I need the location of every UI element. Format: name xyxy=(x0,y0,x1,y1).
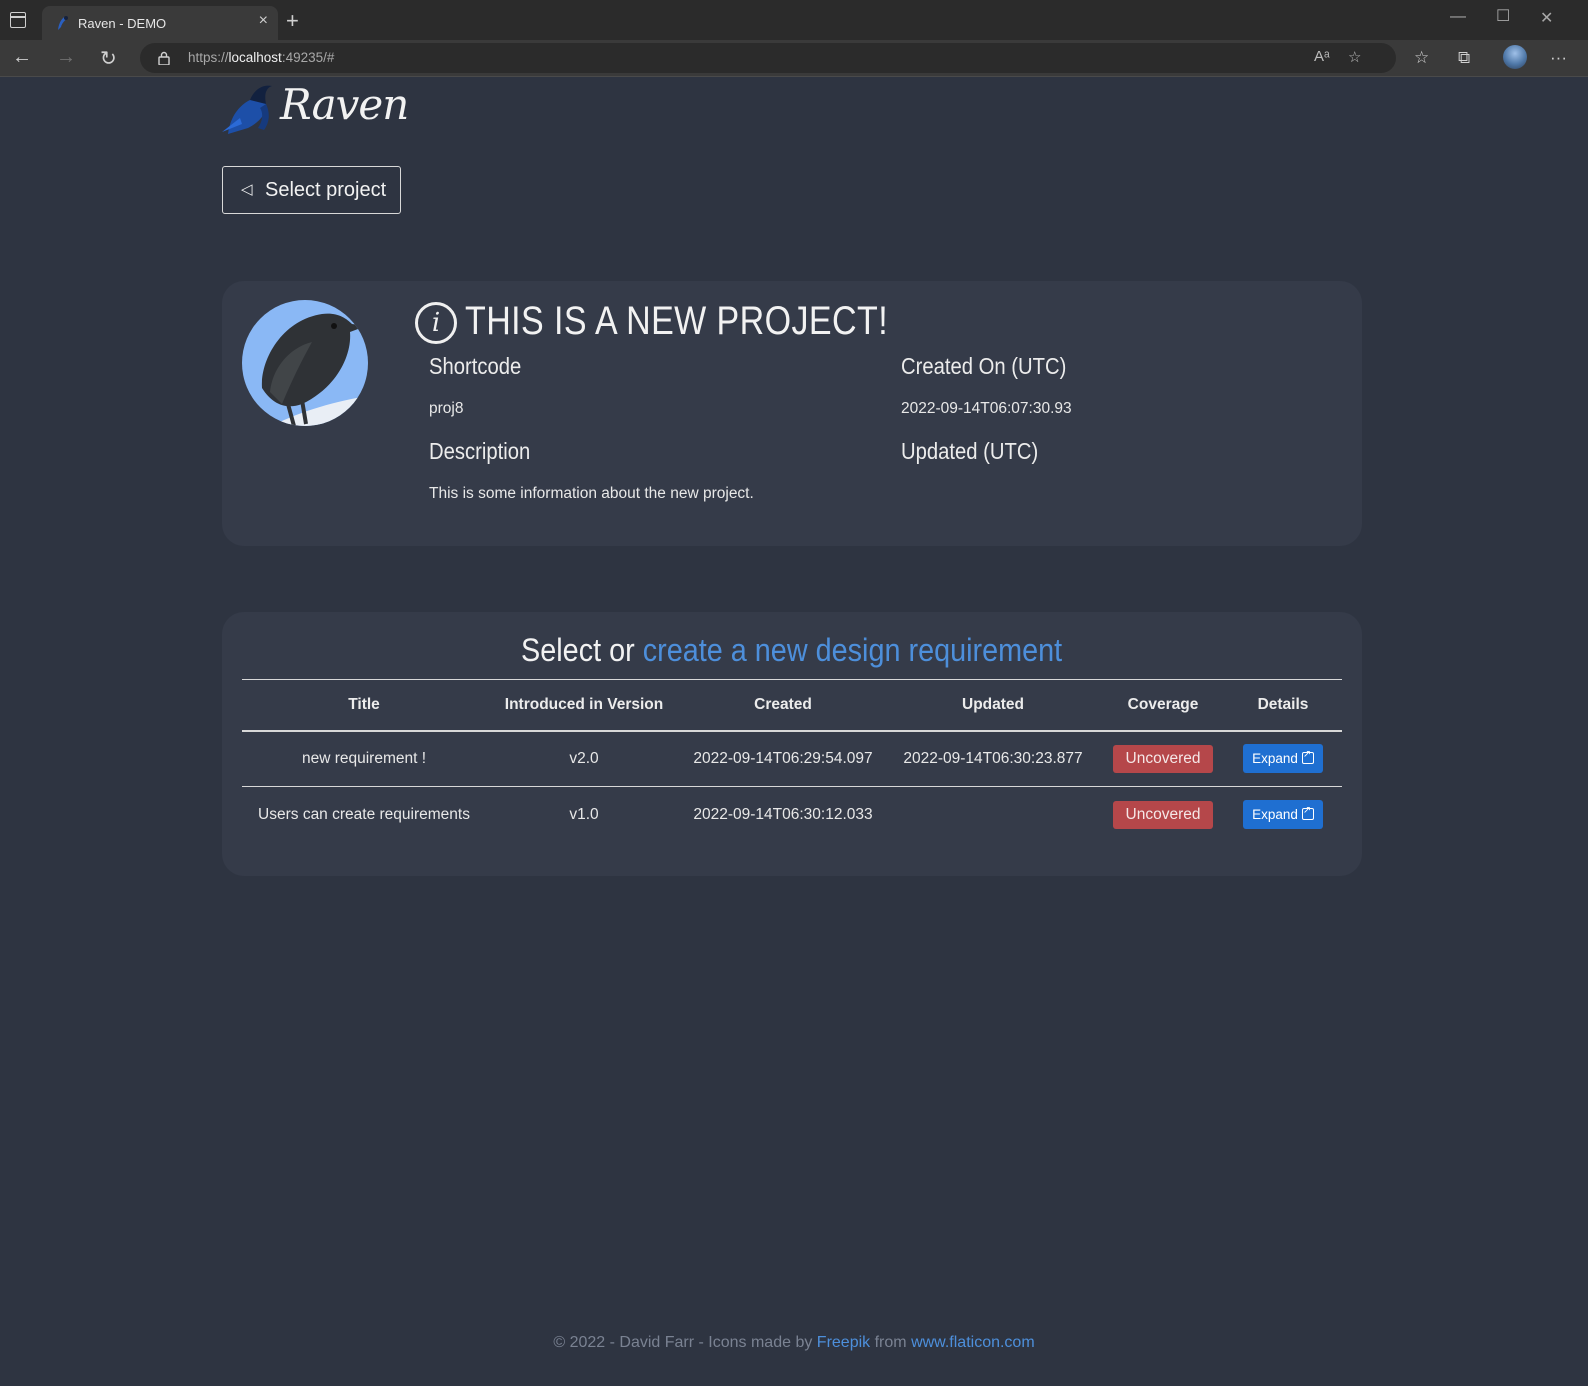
created-on-label: Created On (UTC) xyxy=(901,353,1067,379)
cell-details: Expand xyxy=(1224,730,1342,787)
project-avatar xyxy=(242,300,368,426)
url-text: https://localhost:49235/# xyxy=(188,50,334,65)
cell-updated xyxy=(884,787,1102,843)
cell-updated: 2022-09-14T06:30:23.877 xyxy=(884,730,1102,787)
created-on-value: 2022-09-14T06:07:30.93 xyxy=(901,400,1072,417)
expand-button[interactable]: Expand xyxy=(1243,800,1323,830)
minimize-icon[interactable]: — xyxy=(1450,8,1466,26)
updated-label: Updated (UTC) xyxy=(901,438,1039,464)
table-row: new requirement ! v2.0 2022-09-14T06:29:… xyxy=(242,730,1342,787)
freepik-link[interactable]: Freepik xyxy=(817,1334,870,1351)
project-heading-text: THIS IS A NEW PROJECT! xyxy=(465,299,889,343)
logo-text: Raven xyxy=(280,80,409,129)
create-requirement-link[interactable]: create a new design requirement xyxy=(643,632,1062,668)
url-rest: :49235/# xyxy=(281,50,335,65)
favorites-icon[interactable]: ☆ xyxy=(1414,48,1429,68)
profile-avatar[interactable] xyxy=(1503,45,1527,69)
tab-actions-icon[interactable] xyxy=(10,12,26,28)
cell-version: v2.0 xyxy=(486,730,682,787)
forward-arrow-icon[interactable]: → xyxy=(56,46,76,69)
lock-icon xyxy=(158,51,170,65)
collections-icon[interactable]: ⧉ xyxy=(1458,48,1470,68)
footer-middle-text: from xyxy=(874,1334,907,1351)
external-link-icon xyxy=(1301,805,1314,821)
column-header-created[interactable]: Created xyxy=(682,679,884,732)
chevron-left-icon: ◁ xyxy=(241,181,253,198)
select-project-button[interactable]: ◁ Select project xyxy=(222,166,401,214)
address-bar[interactable]: https://localhost:49235/# Aᵃ ☆ xyxy=(140,43,1396,73)
column-header-details[interactable]: Details xyxy=(1224,679,1342,732)
table-row: Users can create requirements v1.0 2022-… xyxy=(242,787,1342,843)
raven-bird-logo-icon xyxy=(222,85,272,134)
requirements-table: Title Introduced in Version Created Upda… xyxy=(242,679,1342,843)
footer-text: © 2022 - David Farr - Icons made by xyxy=(553,1334,813,1351)
raven-avatar-icon xyxy=(261,313,368,426)
expand-label: Expand xyxy=(1252,751,1298,767)
description-value: This is some information about the new p… xyxy=(429,485,754,502)
info-icon: i xyxy=(415,302,457,344)
url-host: localhost xyxy=(228,50,282,65)
reload-icon[interactable]: ↻ xyxy=(100,46,117,71)
back-arrow-icon[interactable]: ← xyxy=(12,46,32,69)
url-prefix: https:// xyxy=(188,50,229,65)
external-link-icon xyxy=(1301,749,1314,765)
cell-title: Users can create requirements xyxy=(258,805,470,823)
shortcode-value: proj8 xyxy=(429,400,464,417)
coverage-badge: Uncovered xyxy=(1112,800,1214,829)
project-info-card: i THIS IS A NEW PROJECT! Shortcode proj8… xyxy=(222,281,1362,546)
flaticon-link[interactable]: www.flaticon.com xyxy=(911,1334,1035,1351)
raven-logo[interactable]: Raven xyxy=(220,78,409,136)
requirements-card: Select or create a new design requiremen… xyxy=(222,612,1362,876)
table-header-row: Title Introduced in Version Created Upda… xyxy=(242,679,1342,732)
close-tab-icon[interactable]: × xyxy=(259,12,268,30)
shortcode-label: Shortcode xyxy=(429,353,522,379)
more-menu-icon[interactable]: ··· xyxy=(1550,48,1567,68)
raven-favicon-icon xyxy=(58,16,68,30)
add-favorite-icon[interactable]: ☆ xyxy=(1348,48,1361,66)
footer: © 2022 - David Farr - Icons made by Free… xyxy=(0,1334,1588,1352)
read-aloud-icon[interactable]: Aᵃ xyxy=(1314,48,1330,65)
cell-created: 2022-09-14T06:30:12.033 xyxy=(693,805,873,823)
cell-details: Expand xyxy=(1224,787,1342,843)
new-tab-icon[interactable]: + xyxy=(286,8,299,34)
cell-version: v1.0 xyxy=(569,805,599,823)
column-header-title[interactable]: Title xyxy=(242,679,486,732)
cell-created: 2022-09-14T06:29:54.097 xyxy=(682,730,884,787)
cell-coverage: Uncovered xyxy=(1102,787,1224,843)
requirements-heading-prefix: Select or xyxy=(521,632,636,668)
column-header-coverage[interactable]: Coverage xyxy=(1102,679,1224,732)
requirements-heading: Select or create a new design requiremen… xyxy=(222,632,1362,669)
coverage-badge: Uncovered xyxy=(1112,744,1214,773)
tab-title: Raven - DEMO xyxy=(78,16,167,31)
browser-tab[interactable]: Raven - DEMO × xyxy=(42,6,278,40)
browser-tab-bar: Raven - DEMO × + — ☐ ✕ xyxy=(0,0,1588,40)
maximize-icon[interactable]: ☐ xyxy=(1496,6,1510,26)
cell-title: new requirement ! xyxy=(242,730,486,787)
description-label: Description xyxy=(429,438,531,464)
expand-button[interactable]: Expand xyxy=(1243,744,1323,774)
browser-toolbar: ← → ↻ https://localhost:49235/# Aᵃ ☆ ☆ ⧉… xyxy=(0,40,1588,77)
select-project-label: Select project xyxy=(265,179,387,201)
cell-coverage: Uncovered xyxy=(1102,730,1224,787)
column-header-version[interactable]: Introduced in Version xyxy=(486,679,682,732)
close-window-icon[interactable]: ✕ xyxy=(1540,8,1553,28)
expand-label: Expand xyxy=(1252,807,1298,823)
column-header-updated[interactable]: Updated xyxy=(884,679,1102,732)
